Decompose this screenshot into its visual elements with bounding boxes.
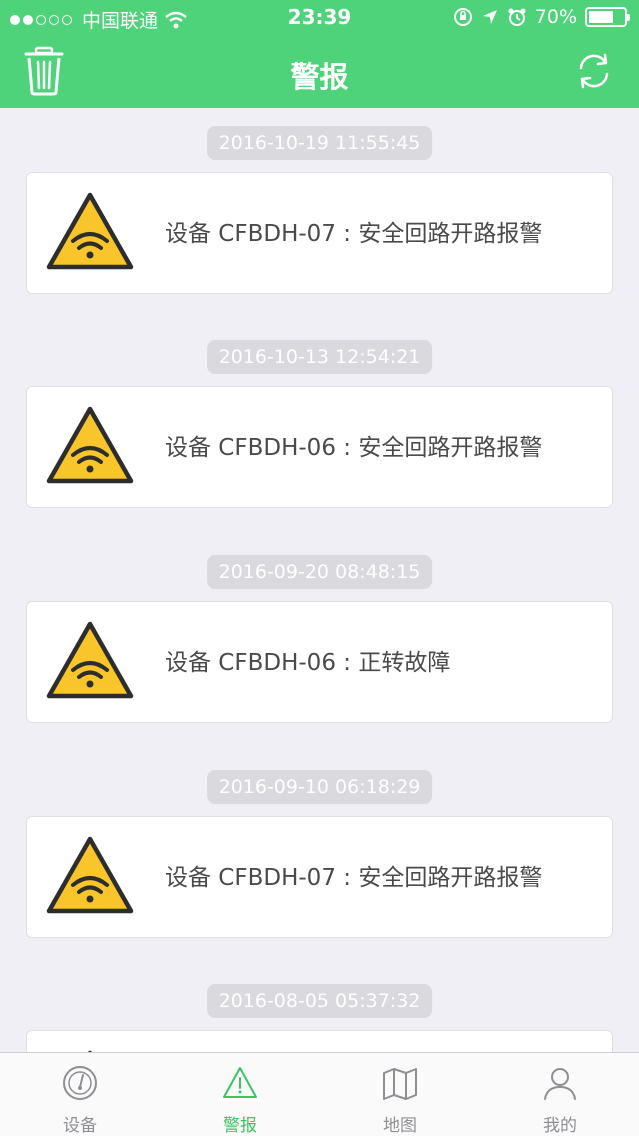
alert-timestamp: 2016-10-13 12:54:21: [206, 340, 433, 374]
alert-timestamp: 2016-08-05 05:37:32: [206, 984, 433, 1018]
wifi-warning-icon: [46, 406, 134, 484]
tab-map[interactable]: 地图: [320, 1053, 480, 1136]
page-title: 警报: [290, 60, 349, 94]
alert-message: 设备 CFBDH-07 : 安全回路开路报警: [165, 865, 543, 891]
location-icon: [482, 10, 497, 24]
alert-message: 设备 CFBDH-07 : 安全回路开路报警: [165, 221, 543, 247]
battery-percent: 70%: [534, 6, 577, 28]
tab-profile[interactable]: 我的: [480, 1053, 639, 1136]
alert-timestamp: 2016-09-10 06:18:29: [206, 770, 433, 804]
alert-card[interactable]: 设备 CFBDH-07 : 安全回路开路报警: [26, 172, 613, 294]
refresh-icon[interactable]: [575, 52, 613, 90]
alert-card[interactable]: [26, 1030, 613, 1052]
tab-bar: 设备 警报 地图 我的: [0, 1052, 639, 1136]
alert-card[interactable]: 设备 CFBDH-06 : 正转故障: [26, 601, 613, 723]
tab-alerts[interactable]: 警报: [160, 1053, 320, 1136]
alert-message: 设备 CFBDH-06 : 正转故障: [165, 650, 451, 676]
alert-timestamp: 2016-09-20 08:48:15: [206, 555, 433, 589]
user-icon: [544, 1068, 576, 1100]
tab-label: 地图: [383, 1116, 417, 1136]
map-icon: [383, 1068, 417, 1100]
alert-card[interactable]: 设备 CFBDH-06 : 安全回路开路报警: [26, 386, 613, 508]
gauge-icon: [63, 1066, 97, 1100]
alarm-icon: [508, 8, 526, 26]
wifi-warning-icon: [46, 621, 134, 699]
status-bar: 中国联通 23:39 70%: [0, 0, 639, 36]
wifi-warning-icon: [46, 836, 134, 914]
battery-icon: [585, 7, 630, 27]
tab-label: 警报: [223, 1116, 257, 1136]
alert-message: 设备 CFBDH-06 : 安全回路开路报警: [165, 435, 543, 461]
tab-label: 设备: [63, 1116, 97, 1136]
tab-devices[interactable]: 设备: [0, 1053, 160, 1136]
alert-card[interactable]: 设备 CFBDH-07 : 安全回路开路报警: [26, 816, 613, 938]
warning-icon: [223, 1067, 257, 1098]
wifi-warning-icon: [46, 192, 134, 270]
alert-list[interactable]: 2016-10-19 11:55:45 设备 CFBDH-07 : 安全回路开路…: [0, 108, 639, 1052]
top-bar: 中国联通 23:39 70% 警报: [0, 0, 639, 108]
alert-timestamp: 2016-10-19 11:55:45: [206, 126, 433, 160]
nav-bar: 警报: [0, 36, 639, 108]
tab-label: 我的: [543, 1116, 577, 1136]
orientation-lock-icon: [453, 8, 472, 26]
